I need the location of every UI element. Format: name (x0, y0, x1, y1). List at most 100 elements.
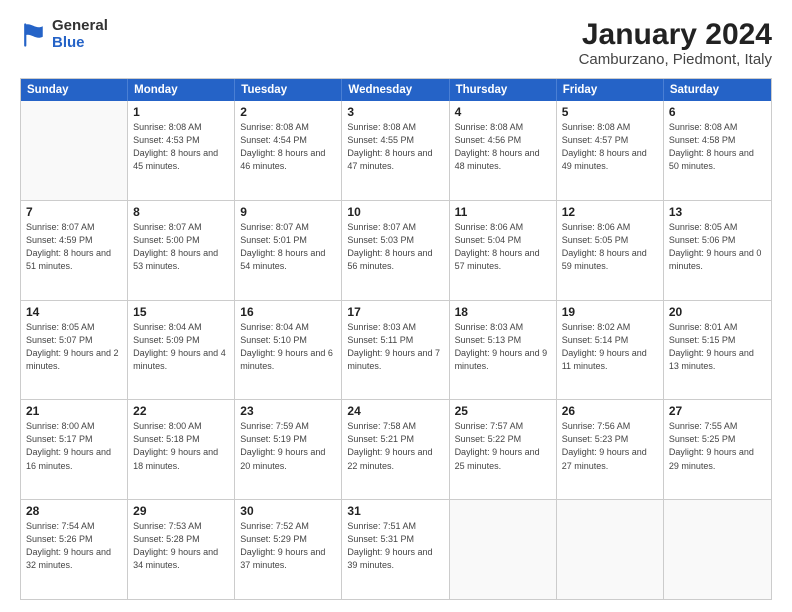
calendar-cell: 23 Sunrise: 7:59 AMSunset: 5:19 PMDayligh… (235, 400, 342, 499)
day-number: 22 (133, 404, 229, 418)
calendar-cell: 9 Sunrise: 8:07 AMSunset: 5:01 PMDaylight… (235, 201, 342, 300)
day-number: 9 (240, 205, 336, 219)
calendar-cell: 26Sunrise: 7:56 AMSunset: 5:23 PMDayligh… (557, 400, 664, 499)
day-number: 5 (562, 105, 658, 119)
day-detail: Sunrise: 8:08 AMSunset: 4:57 PMDaylight:… (562, 121, 658, 173)
calendar-week: 7Sunrise: 8:07 AMSunset: 4:59 PMDaylight… (21, 201, 771, 301)
logo-text: General Blue (52, 18, 108, 51)
calendar-header-cell: Sunday (21, 79, 128, 101)
calendar-cell: 19 Sunrise: 8:02 AMSunset: 5:14 PMDayligh… (557, 301, 664, 400)
day-detail: Sunrise: 8:04 AMSunset: 5:10 PMDaylight:… (240, 321, 336, 373)
calendar-cell: 21Sunrise: 8:00 AMSunset: 5:17 PMDayligh… (21, 400, 128, 499)
day-detail: Sunrise: 8:03 AMSunset: 5:13 PMDaylight:… (455, 321, 551, 373)
day-number: 14 (26, 305, 122, 319)
day-detail: Sunrise: 8:08 AMSunset: 4:58 PMDaylight:… (669, 121, 766, 173)
day-number: 1 (133, 105, 229, 119)
page: General Blue January 2024 Camburzano, Pi… (0, 0, 792, 612)
day-number: 24 (347, 404, 443, 418)
day-detail: Sunrise: 7:51 AMSunset: 5:31 PMDaylight:… (347, 520, 443, 572)
calendar-cell: 6 Sunrise: 8:08 AMSunset: 4:58 PMDaylight… (664, 101, 771, 200)
calendar-cell-empty (557, 500, 664, 599)
logo: General Blue (20, 18, 108, 51)
day-number: 17 (347, 305, 443, 319)
calendar-cell: 30Sunrise: 7:52 AMSunset: 5:29 PMDayligh… (235, 500, 342, 599)
day-detail: Sunrise: 8:03 AMSunset: 5:11 PMDaylight:… (347, 321, 443, 373)
calendar-cell: 7Sunrise: 8:07 AMSunset: 4:59 PMDaylight… (21, 201, 128, 300)
day-number: 8 (133, 205, 229, 219)
calendar-week: 1Sunrise: 8:08 AMSunset: 4:53 PMDaylight… (21, 101, 771, 201)
day-detail: Sunrise: 8:08 AMSunset: 4:56 PMDaylight:… (455, 121, 551, 173)
calendar-header-cell: Friday (557, 79, 664, 101)
calendar-cell: 13Sunrise: 8:05 AMSunset: 5:06 PMDayligh… (664, 201, 771, 300)
day-detail: Sunrise: 8:08 AMSunset: 4:54 PMDaylight:… (240, 121, 336, 173)
day-detail: Sunrise: 7:57 AMSunset: 5:22 PMDaylight:… (455, 420, 551, 472)
day-number: 30 (240, 504, 336, 518)
day-number: 19 (562, 305, 658, 319)
day-detail: Sunrise: 8:04 AMSunset: 5:09 PMDaylight:… (133, 321, 229, 373)
day-detail: Sunrise: 8:07 AMSunset: 5:01 PMDaylight:… (240, 221, 336, 273)
calendar-cell: 16 Sunrise: 8:04 AMSunset: 5:10 PMDayligh… (235, 301, 342, 400)
calendar: SundayMondayTuesdayWednesdayThursdayFrid… (20, 78, 772, 600)
calendar-cell: 28 Sunrise: 7:54 AMSunset: 5:26 PMDayligh… (21, 500, 128, 599)
day-detail: Sunrise: 7:59 AMSunset: 5:19 PMDaylight:… (240, 420, 336, 472)
day-detail: Sunrise: 7:54 AMSunset: 5:26 PMDaylight:… (26, 520, 122, 572)
calendar-cell: 31 Sunrise: 7:51 AMSunset: 5:31 PMDayligh… (342, 500, 449, 599)
calendar-cell: 2 Sunrise: 8:08 AMSunset: 4:54 PMDaylight… (235, 101, 342, 200)
day-detail: Sunrise: 7:55 AMSunset: 5:25 PMDaylight:… (669, 420, 766, 472)
title-block: January 2024 Camburzano, Piedmont, Italy (579, 18, 772, 68)
calendar-cell: 5 Sunrise: 8:08 AMSunset: 4:57 PMDaylight… (557, 101, 664, 200)
day-number: 15 (133, 305, 229, 319)
day-detail: Sunrise: 8:01 AMSunset: 5:15 PMDaylight:… (669, 321, 766, 373)
calendar-subtitle: Camburzano, Piedmont, Italy (579, 51, 772, 68)
calendar-cell: 27Sunrise: 7:55 AMSunset: 5:25 PMDayligh… (664, 400, 771, 499)
calendar-cell: 12 Sunrise: 8:06 AMSunset: 5:05 PMDayligh… (557, 201, 664, 300)
day-number: 7 (26, 205, 122, 219)
day-detail: Sunrise: 8:00 AMSunset: 5:18 PMDaylight:… (133, 420, 229, 472)
calendar-cell: 25Sunrise: 7:57 AMSunset: 5:22 PMDayligh… (450, 400, 557, 499)
calendar-cell-empty (450, 500, 557, 599)
day-detail: Sunrise: 7:53 AMSunset: 5:28 PMDaylight:… (133, 520, 229, 572)
day-detail: Sunrise: 8:05 AMSunset: 5:07 PMDaylight:… (26, 321, 122, 373)
day-number: 31 (347, 504, 443, 518)
calendar-cell: 3Sunrise: 8:08 AMSunset: 4:55 PMDaylight… (342, 101, 449, 200)
calendar-cell: 10Sunrise: 8:07 AMSunset: 5:03 PMDayligh… (342, 201, 449, 300)
calendar-cell: 24 Sunrise: 7:58 AMSunset: 5:21 PMDayligh… (342, 400, 449, 499)
day-number: 3 (347, 105, 443, 119)
calendar-header-cell: Thursday (450, 79, 557, 101)
calendar-header-cell: Monday (128, 79, 235, 101)
day-detail: Sunrise: 8:06 AMSunset: 5:05 PMDaylight:… (562, 221, 658, 273)
day-detail: Sunrise: 8:02 AMSunset: 5:14 PMDaylight:… (562, 321, 658, 373)
day-detail: Sunrise: 8:06 AMSunset: 5:04 PMDaylight:… (455, 221, 551, 273)
calendar-cell: 8 Sunrise: 8:07 AMSunset: 5:00 PMDaylight… (128, 201, 235, 300)
calendar-cell: 11 Sunrise: 8:06 AMSunset: 5:04 PMDayligh… (450, 201, 557, 300)
calendar-cell: 20 Sunrise: 8:01 AMSunset: 5:15 PMDayligh… (664, 301, 771, 400)
day-number: 20 (669, 305, 766, 319)
day-number: 16 (240, 305, 336, 319)
day-detail: Sunrise: 8:07 AMSunset: 5:00 PMDaylight:… (133, 221, 229, 273)
day-number: 11 (455, 205, 551, 219)
calendar-week: 28 Sunrise: 7:54 AMSunset: 5:26 PMDayligh… (21, 500, 771, 599)
day-number: 12 (562, 205, 658, 219)
day-detail: Sunrise: 7:58 AMSunset: 5:21 PMDaylight:… (347, 420, 443, 472)
day-number: 2 (240, 105, 336, 119)
calendar-cell: 1Sunrise: 8:08 AMSunset: 4:53 PMDaylight… (128, 101, 235, 200)
logo-icon (20, 21, 48, 49)
day-detail: Sunrise: 8:00 AMSunset: 5:17 PMDaylight:… (26, 420, 122, 472)
day-number: 4 (455, 105, 551, 119)
calendar-cell: 29Sunrise: 7:53 AMSunset: 5:28 PMDayligh… (128, 500, 235, 599)
day-number: 6 (669, 105, 766, 119)
day-number: 18 (455, 305, 551, 319)
logo-general-text: General (52, 18, 108, 35)
calendar-header-row: SundayMondayTuesdayWednesdayThursdayFrid… (21, 79, 771, 101)
logo-blue-text: Blue (52, 35, 108, 52)
calendar-cell-empty (664, 500, 771, 599)
day-number: 13 (669, 205, 766, 219)
calendar-cell: 22 Sunrise: 8:00 AMSunset: 5:18 PMDayligh… (128, 400, 235, 499)
day-number: 28 (26, 504, 122, 518)
calendar-cell: 17 Sunrise: 8:03 AMSunset: 5:11 PMDayligh… (342, 301, 449, 400)
day-number: 23 (240, 404, 336, 418)
calendar-header-cell: Wednesday (342, 79, 449, 101)
calendar-body: 1Sunrise: 8:08 AMSunset: 4:53 PMDaylight… (21, 101, 771, 599)
calendar-week: 14 Sunrise: 8:05 AMSunset: 5:07 PMDayligh… (21, 301, 771, 401)
calendar-header-cell: Saturday (664, 79, 771, 101)
